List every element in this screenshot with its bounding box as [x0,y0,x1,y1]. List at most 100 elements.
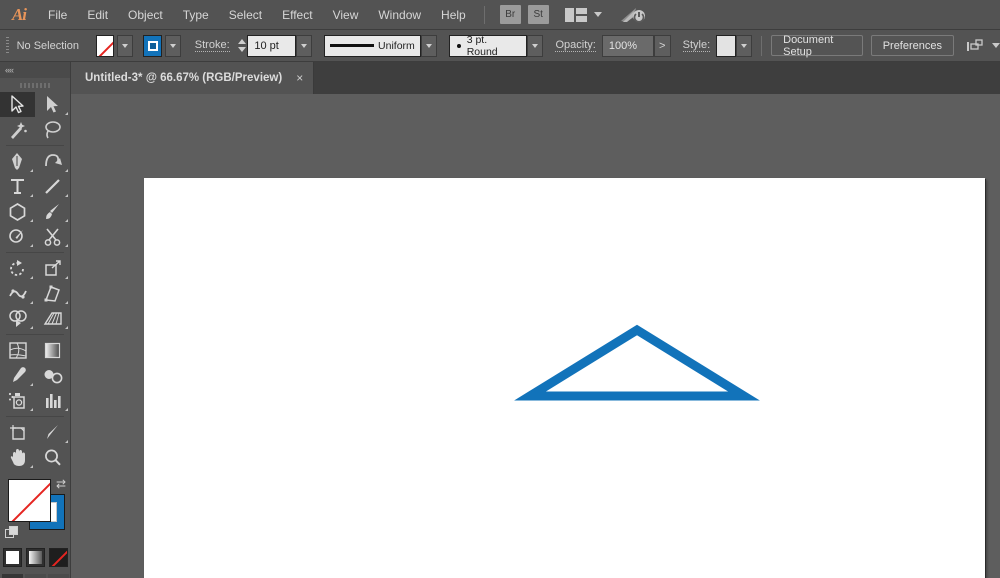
color-mode-button[interactable] [3,548,22,567]
mesh-tool[interactable] [0,338,35,363]
control-bar-grip[interactable] [4,36,11,56]
selection-tool[interactable] [0,92,35,117]
fill-swatch-dropdown[interactable] [117,35,133,57]
workspace-switcher[interactable] [565,8,602,22]
gradient-tool[interactable] [35,338,70,363]
document-setup-button[interactable]: Document Setup [771,35,863,56]
stroke-weight-stepper[interactable] [237,35,248,57]
swap-fill-stroke-icon[interactable]: ⇄ [56,477,66,491]
menu-item-help[interactable]: Help [431,0,476,30]
tools-panel-grip[interactable] [0,78,70,92]
blend-tool[interactable] [35,363,70,388]
zoom-tool[interactable] [35,445,70,470]
document-tab[interactable]: Untitled-3* @ 66.67% (RGB/Preview) × [71,62,314,94]
stock-button[interactable]: St [528,5,549,24]
line-segment-tool[interactable] [35,174,70,199]
style-label[interactable]: Style: [683,39,711,52]
tools-panel-header[interactable]: «« [0,62,70,78]
scissors-eraser-tool[interactable] [35,224,70,249]
magic-wand-tool[interactable] [0,117,35,142]
paintbrush-tool[interactable] [35,199,70,224]
stroke-swatch-dropdown[interactable] [165,35,181,57]
column-graph-tool[interactable] [35,388,70,413]
tool-flyout-indicator[interactable] [65,276,68,279]
opacity-input[interactable]: 100% [602,35,654,57]
menu-item-object[interactable]: Object [118,0,173,30]
collapse-panel-icon[interactable]: «« [5,65,13,75]
menu-item-window[interactable]: Window [368,0,431,30]
type-tool[interactable] [0,174,35,199]
none-mode-button[interactable] [49,548,68,567]
tool-flyout-indicator[interactable] [65,440,68,443]
gradient-mode-button[interactable] [26,548,45,567]
fill-color-indicator[interactable] [8,479,51,522]
default-fill-stroke-icon[interactable] [5,526,20,540]
tool-flyout-indicator[interactable] [65,194,68,197]
artboard-tool[interactable] [0,420,35,445]
align-options-button[interactable] [966,38,1000,54]
opacity-label[interactable]: Opacity: [555,39,595,52]
rectangle-shape-tool[interactable] [0,199,35,224]
shaper-pencil-tool[interactable] [0,224,35,249]
menu-item-view[interactable]: View [323,0,369,30]
tool-flyout-indicator[interactable] [30,169,33,172]
menu-item-effect[interactable]: Effect [272,0,322,30]
tool-flyout-indicator[interactable] [30,383,33,386]
tool-flyout-indicator[interactable] [30,276,33,279]
menu-item-edit[interactable]: Edit [77,0,118,30]
bridge-button[interactable]: Br [500,5,521,24]
stroke-profile-dropdown[interactable] [421,35,437,57]
tool-flyout-indicator[interactable] [30,194,33,197]
curvature-tool[interactable] [35,149,70,174]
slice-tool[interactable] [35,420,70,445]
tool-flyout-indicator[interactable] [65,301,68,304]
graphic-style-swatch[interactable] [716,35,736,57]
menu-item-type[interactable]: Type [173,0,219,30]
pen-tool[interactable] [0,149,35,174]
shape-builder-tool[interactable] [0,306,35,331]
tool-flyout-indicator[interactable] [65,244,68,247]
stepper-down-icon[interactable] [238,47,246,52]
stroke-weight-label[interactable]: Stroke: [195,39,230,52]
rotate-tool[interactable] [0,256,35,281]
brush-definition-dropdown[interactable] [527,35,543,57]
tool-flyout-indicator[interactable] [30,301,33,304]
eyedropper-tool[interactable] [0,363,35,388]
stroke-weight-input[interactable]: 10 pt [247,35,296,57]
stroke-profile-select[interactable]: Uniform [324,35,421,57]
tool-flyout-indicator[interactable] [65,219,68,222]
scale-tool[interactable] [35,256,70,281]
draw-inside-button[interactable] [48,574,69,578]
search-adobe-stock-icon[interactable] [620,6,646,24]
tool-flyout-indicator[interactable] [65,326,68,329]
stroke-weight-dropdown[interactable] [296,35,312,57]
tool-flyout-indicator[interactable] [30,408,33,411]
direct-selection-tool[interactable] [35,92,70,117]
graphic-style-dropdown[interactable] [736,35,752,57]
stepper-up-icon[interactable] [238,39,246,44]
tool-flyout-indicator[interactable] [30,244,33,247]
lasso-tool[interactable] [35,117,70,142]
draw-behind-button[interactable] [25,574,46,578]
symbol-sprayer-tool[interactable] [0,388,35,413]
preferences-button[interactable]: Preferences [871,35,954,56]
tool-flyout-indicator[interactable] [30,219,33,222]
fill-color-swatch[interactable] [96,35,115,57]
free-transform-tool[interactable] [35,281,70,306]
tool-flyout-indicator[interactable] [65,408,68,411]
tool-flyout-indicator[interactable] [65,112,68,115]
tool-flyout-indicator[interactable] [65,169,68,172]
canvas-area[interactable] [71,94,1000,578]
opacity-options-button[interactable]: > [654,35,671,57]
tool-flyout-indicator[interactable] [30,465,33,468]
width-warp-tool[interactable] [0,281,35,306]
tool-flyout-indicator[interactable] [30,326,33,329]
draw-normal-button[interactable] [2,574,23,578]
close-icon[interactable]: × [296,72,303,84]
menu-item-file[interactable]: File [38,0,77,30]
perspective-grid-tool[interactable] [35,306,70,331]
stroke-color-swatch[interactable] [143,35,162,57]
menu-item-select[interactable]: Select [219,0,272,30]
hand-tool[interactable] [0,445,35,470]
brush-definition-select[interactable]: 3 pt. Round [449,35,528,57]
